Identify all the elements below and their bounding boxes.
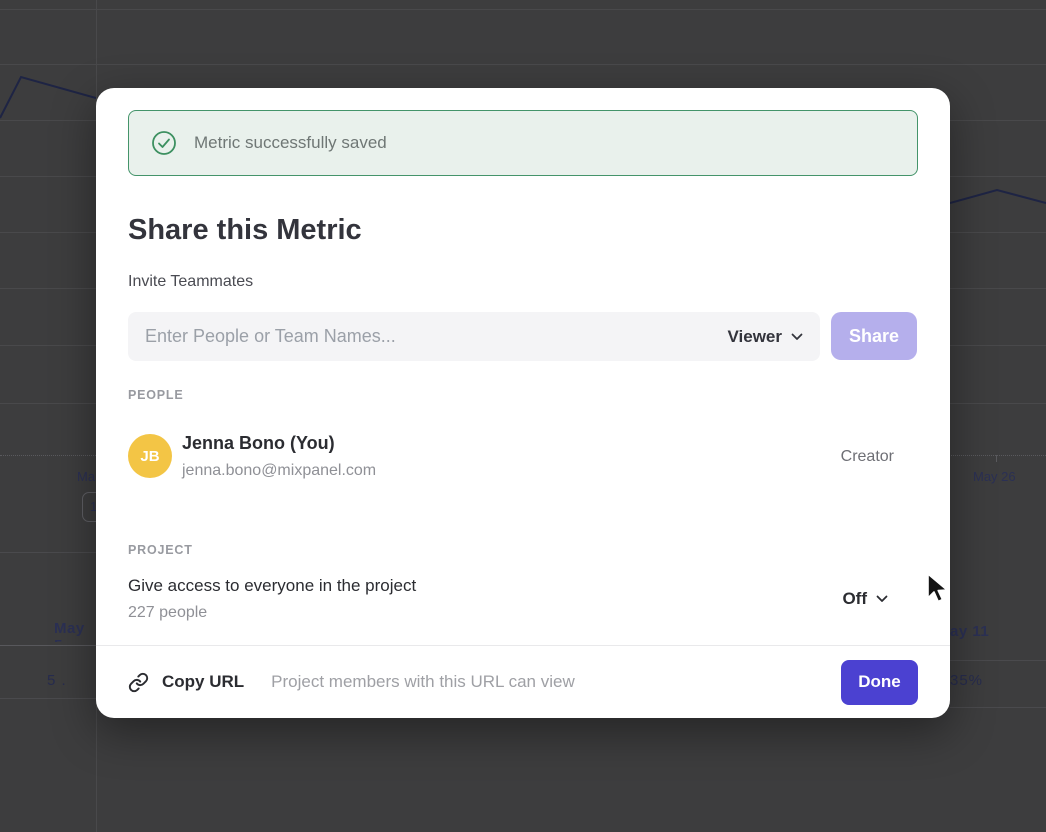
check-circle-icon	[151, 130, 177, 156]
screen: Ma May 26 1 May 5 5 . 57% ay 11 35%	[0, 0, 1046, 832]
role-select[interactable]: Viewer	[727, 327, 820, 347]
line-chart-segment-right	[950, 183, 1046, 209]
member-name: Jenna Bono (You)	[182, 433, 335, 454]
project-access-value: Off	[842, 589, 867, 609]
invite-teammates-label: Invite Teammates	[128, 273, 253, 291]
table-value-left: 5 . 57%	[47, 672, 96, 692]
x-axis-label-partial: Ma	[77, 469, 95, 484]
project-section-heading: PROJECT	[128, 543, 193, 557]
invite-input-container: Viewer	[128, 312, 820, 361]
copy-url-button[interactable]: Copy URL	[128, 672, 244, 693]
line-chart-segment-left	[0, 60, 96, 130]
table-date-left: May 5	[54, 620, 96, 642]
project-access-title: Give access to everyone in the project	[128, 576, 416, 596]
project-access-select[interactable]: Off	[842, 589, 888, 609]
chart-gridline	[0, 9, 1046, 10]
table-divider	[950, 707, 1046, 708]
table-divider	[0, 552, 96, 553]
table-date-right: ay 11	[950, 623, 989, 640]
table-value-cell-clip: 5 . 57%	[0, 672, 96, 692]
share-metric-modal: Metric successfully saved Share this Met…	[96, 88, 950, 718]
table-divider	[0, 698, 96, 699]
link-icon	[128, 672, 149, 693]
role-select-value: Viewer	[727, 327, 782, 347]
table-value-right: 35%	[950, 672, 983, 689]
table-divider	[950, 660, 1046, 661]
avatar: JB	[128, 434, 172, 478]
people-section-heading: PEOPLE	[128, 388, 184, 402]
copy-url-label: Copy URL	[162, 672, 244, 692]
modal-footer: Copy URL Project members with this URL c…	[96, 645, 950, 718]
table-divider	[0, 645, 96, 646]
chevron-down-icon	[791, 333, 803, 341]
member-role: Creator	[841, 448, 894, 466]
project-access-count: 227 people	[128, 604, 207, 622]
share-button[interactable]: Share	[831, 312, 917, 360]
chart-gridline	[0, 64, 1046, 65]
toast-message: Metric successfully saved	[194, 133, 387, 153]
done-button[interactable]: Done	[841, 660, 918, 705]
x-axis-tick	[996, 455, 997, 462]
x-axis-label-may26: May 26	[973, 469, 1016, 484]
member-email: jenna.bono@mixpanel.com	[182, 462, 376, 480]
success-toast: Metric successfully saved	[128, 110, 918, 176]
modal-title: Share this Metric	[128, 214, 362, 247]
invite-people-input[interactable]	[128, 326, 727, 347]
table-header-cell-clip: May 5	[0, 620, 96, 642]
url-permission-hint: Project members with this URL can view	[271, 672, 575, 692]
chevron-down-icon	[876, 595, 888, 603]
